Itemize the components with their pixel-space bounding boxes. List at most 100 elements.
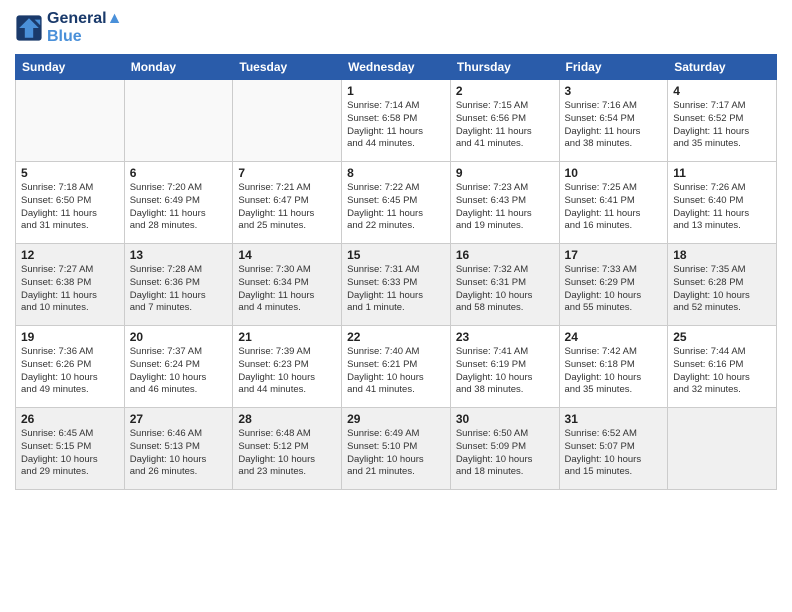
cell-text: Sunrise: 7:17 AM Sunset: 6:52 PM Dayligh… <box>673 100 771 151</box>
date-number: 28 <box>238 412 336 426</box>
header: General▲ Blue <box>15 10 777 46</box>
page-container: General▲ Blue SundayMondayTuesdayWednesd… <box>0 0 792 612</box>
date-number: 14 <box>238 248 336 262</box>
day-header-saturday: Saturday <box>668 55 777 80</box>
logo: General▲ Blue <box>15 10 122 46</box>
week-row-5: 26 Sunrise: 6:45 AM Sunset: 5:15 PM Dayli… <box>16 408 777 490</box>
calendar-cell: 25 Sunrise: 7:44 AM Sunset: 6:16 PM Dayli… <box>668 326 777 408</box>
calendar-cell: 11 Sunrise: 7:26 AM Sunset: 6:40 PM Dayli… <box>668 162 777 244</box>
cell-text: Sunrise: 6:50 AM Sunset: 5:09 PM Dayligh… <box>456 428 554 479</box>
date-number: 25 <box>673 330 771 344</box>
date-number: 20 <box>130 330 228 344</box>
cell-text: Sunrise: 7:31 AM Sunset: 6:33 PM Dayligh… <box>347 264 445 315</box>
week-row-4: 19 Sunrise: 7:36 AM Sunset: 6:26 PM Dayli… <box>16 326 777 408</box>
day-header-sunday: Sunday <box>16 55 125 80</box>
cell-text: Sunrise: 7:23 AM Sunset: 6:43 PM Dayligh… <box>456 182 554 233</box>
date-number: 29 <box>347 412 445 426</box>
cell-text: Sunrise: 7:20 AM Sunset: 6:49 PM Dayligh… <box>130 182 228 233</box>
cell-text: Sunrise: 7:44 AM Sunset: 6:16 PM Dayligh… <box>673 346 771 397</box>
logo-text: General▲ Blue <box>47 10 122 46</box>
date-number: 31 <box>565 412 663 426</box>
calendar-cell: 8Sunrise: 7:22 AM Sunset: 6:45 PM Daylig… <box>342 162 451 244</box>
cell-text: Sunrise: 7:25 AM Sunset: 6:41 PM Dayligh… <box>565 182 663 233</box>
calendar-cell: 21 Sunrise: 7:39 AM Sunset: 6:23 PM Dayli… <box>233 326 342 408</box>
cell-text: Sunrise: 7:28 AM Sunset: 6:36 PM Dayligh… <box>130 264 228 315</box>
cell-text: Sunrise: 7:22 AM Sunset: 6:45 PM Dayligh… <box>347 182 445 233</box>
cell-text: Sunrise: 7:35 AM Sunset: 6:28 PM Dayligh… <box>673 264 771 315</box>
date-number: 9 <box>456 166 554 180</box>
cell-text: Sunrise: 7:27 AM Sunset: 6:38 PM Dayligh… <box>21 264 119 315</box>
date-number: 11 <box>673 166 771 180</box>
calendar-cell: 7Sunrise: 7:21 AM Sunset: 6:47 PM Daylig… <box>233 162 342 244</box>
calendar-cell: 13Sunrise: 7:28 AM Sunset: 6:36 PM Dayli… <box>124 244 233 326</box>
cell-text: Sunrise: 6:52 AM Sunset: 5:07 PM Dayligh… <box>565 428 663 479</box>
cell-text: Sunrise: 6:45 AM Sunset: 5:15 PM Dayligh… <box>21 428 119 479</box>
calendar-cell: 19 Sunrise: 7:36 AM Sunset: 6:26 PM Dayli… <box>16 326 125 408</box>
cell-text: Sunrise: 7:36 AM Sunset: 6:26 PM Dayligh… <box>21 346 119 397</box>
header-row: SundayMondayTuesdayWednesdayThursdayFrid… <box>16 55 777 80</box>
cell-text: Sunrise: 7:33 AM Sunset: 6:29 PM Dayligh… <box>565 264 663 315</box>
cell-text: Sunrise: 7:18 AM Sunset: 6:50 PM Dayligh… <box>21 182 119 233</box>
calendar-cell: 27Sunrise: 6:46 AM Sunset: 5:13 PM Dayli… <box>124 408 233 490</box>
day-header-monday: Monday <box>124 55 233 80</box>
date-number: 10 <box>565 166 663 180</box>
cell-text: Sunrise: 7:32 AM Sunset: 6:31 PM Dayligh… <box>456 264 554 315</box>
calendar-cell <box>16 80 125 162</box>
date-number: 17 <box>565 248 663 262</box>
cell-text: Sunrise: 7:14 AM Sunset: 6:58 PM Dayligh… <box>347 100 445 151</box>
date-number: 2 <box>456 84 554 98</box>
date-number: 21 <box>238 330 336 344</box>
calendar-cell <box>124 80 233 162</box>
calendar-cell: 29 Sunrise: 6:49 AM Sunset: 5:10 PM Dayli… <box>342 408 451 490</box>
calendar-cell: 15 Sunrise: 7:31 AM Sunset: 6:33 PM Dayli… <box>342 244 451 326</box>
date-number: 30 <box>456 412 554 426</box>
calendar-cell: 16Sunrise: 7:32 AM Sunset: 6:31 PM Dayli… <box>450 244 559 326</box>
calendar-cell: 22Sunrise: 7:40 AM Sunset: 6:21 PM Dayli… <box>342 326 451 408</box>
logo-icon <box>15 14 43 42</box>
date-number: 5 <box>21 166 119 180</box>
calendar-cell: 1 Sunrise: 7:14 AM Sunset: 6:58 PM Daylig… <box>342 80 451 162</box>
cell-text: Sunrise: 6:48 AM Sunset: 5:12 PM Dayligh… <box>238 428 336 479</box>
day-header-thursday: Thursday <box>450 55 559 80</box>
calendar-cell: 10 Sunrise: 7:25 AM Sunset: 6:41 PM Dayli… <box>559 162 668 244</box>
calendar-cell: 24 Sunrise: 7:42 AM Sunset: 6:18 PM Dayli… <box>559 326 668 408</box>
date-number: 24 <box>565 330 663 344</box>
cell-text: Sunrise: 7:41 AM Sunset: 6:19 PM Dayligh… <box>456 346 554 397</box>
cell-text: Sunrise: 6:46 AM Sunset: 5:13 PM Dayligh… <box>130 428 228 479</box>
cell-text: Sunrise: 7:30 AM Sunset: 6:34 PM Dayligh… <box>238 264 336 315</box>
calendar-cell: 30 Sunrise: 6:50 AM Sunset: 5:09 PM Dayli… <box>450 408 559 490</box>
cell-text: Sunrise: 7:21 AM Sunset: 6:47 PM Dayligh… <box>238 182 336 233</box>
calendar-cell: 31 Sunrise: 6:52 AM Sunset: 5:07 PM Dayli… <box>559 408 668 490</box>
week-row-3: 12Sunrise: 7:27 AM Sunset: 6:38 PM Dayli… <box>16 244 777 326</box>
day-header-wednesday: Wednesday <box>342 55 451 80</box>
calendar-cell: 2 Sunrise: 7:15 AM Sunset: 6:56 PM Daylig… <box>450 80 559 162</box>
calendar-cell: 9 Sunrise: 7:23 AM Sunset: 6:43 PM Daylig… <box>450 162 559 244</box>
cell-text: Sunrise: 7:40 AM Sunset: 6:21 PM Dayligh… <box>347 346 445 397</box>
date-number: 15 <box>347 248 445 262</box>
week-row-1: 1 Sunrise: 7:14 AM Sunset: 6:58 PM Daylig… <box>16 80 777 162</box>
date-number: 1 <box>347 84 445 98</box>
date-number: 3 <box>565 84 663 98</box>
date-number: 19 <box>21 330 119 344</box>
cell-text: Sunrise: 7:15 AM Sunset: 6:56 PM Dayligh… <box>456 100 554 151</box>
cell-text: Sunrise: 6:49 AM Sunset: 5:10 PM Dayligh… <box>347 428 445 479</box>
calendar-cell: 14 Sunrise: 7:30 AM Sunset: 6:34 PM Dayli… <box>233 244 342 326</box>
date-number: 23 <box>456 330 554 344</box>
date-number: 26 <box>21 412 119 426</box>
cell-text: Sunrise: 7:39 AM Sunset: 6:23 PM Dayligh… <box>238 346 336 397</box>
cell-text: Sunrise: 7:16 AM Sunset: 6:54 PM Dayligh… <box>565 100 663 151</box>
calendar-cell: 17 Sunrise: 7:33 AM Sunset: 6:29 PM Dayli… <box>559 244 668 326</box>
date-number: 4 <box>673 84 771 98</box>
calendar-cell: 26 Sunrise: 6:45 AM Sunset: 5:15 PM Dayli… <box>16 408 125 490</box>
day-header-tuesday: Tuesday <box>233 55 342 80</box>
calendar-cell: 6 Sunrise: 7:20 AM Sunset: 6:49 PM Daylig… <box>124 162 233 244</box>
calendar-cell <box>233 80 342 162</box>
cell-text: Sunrise: 7:26 AM Sunset: 6:40 PM Dayligh… <box>673 182 771 233</box>
cell-text: Sunrise: 7:37 AM Sunset: 6:24 PM Dayligh… <box>130 346 228 397</box>
calendar-cell: 4 Sunrise: 7:17 AM Sunset: 6:52 PM Daylig… <box>668 80 777 162</box>
calendar-table: SundayMondayTuesdayWednesdayThursdayFrid… <box>15 54 777 490</box>
cell-text: Sunrise: 7:42 AM Sunset: 6:18 PM Dayligh… <box>565 346 663 397</box>
calendar-cell: 3 Sunrise: 7:16 AM Sunset: 6:54 PM Daylig… <box>559 80 668 162</box>
day-header-friday: Friday <box>559 55 668 80</box>
date-number: 6 <box>130 166 228 180</box>
